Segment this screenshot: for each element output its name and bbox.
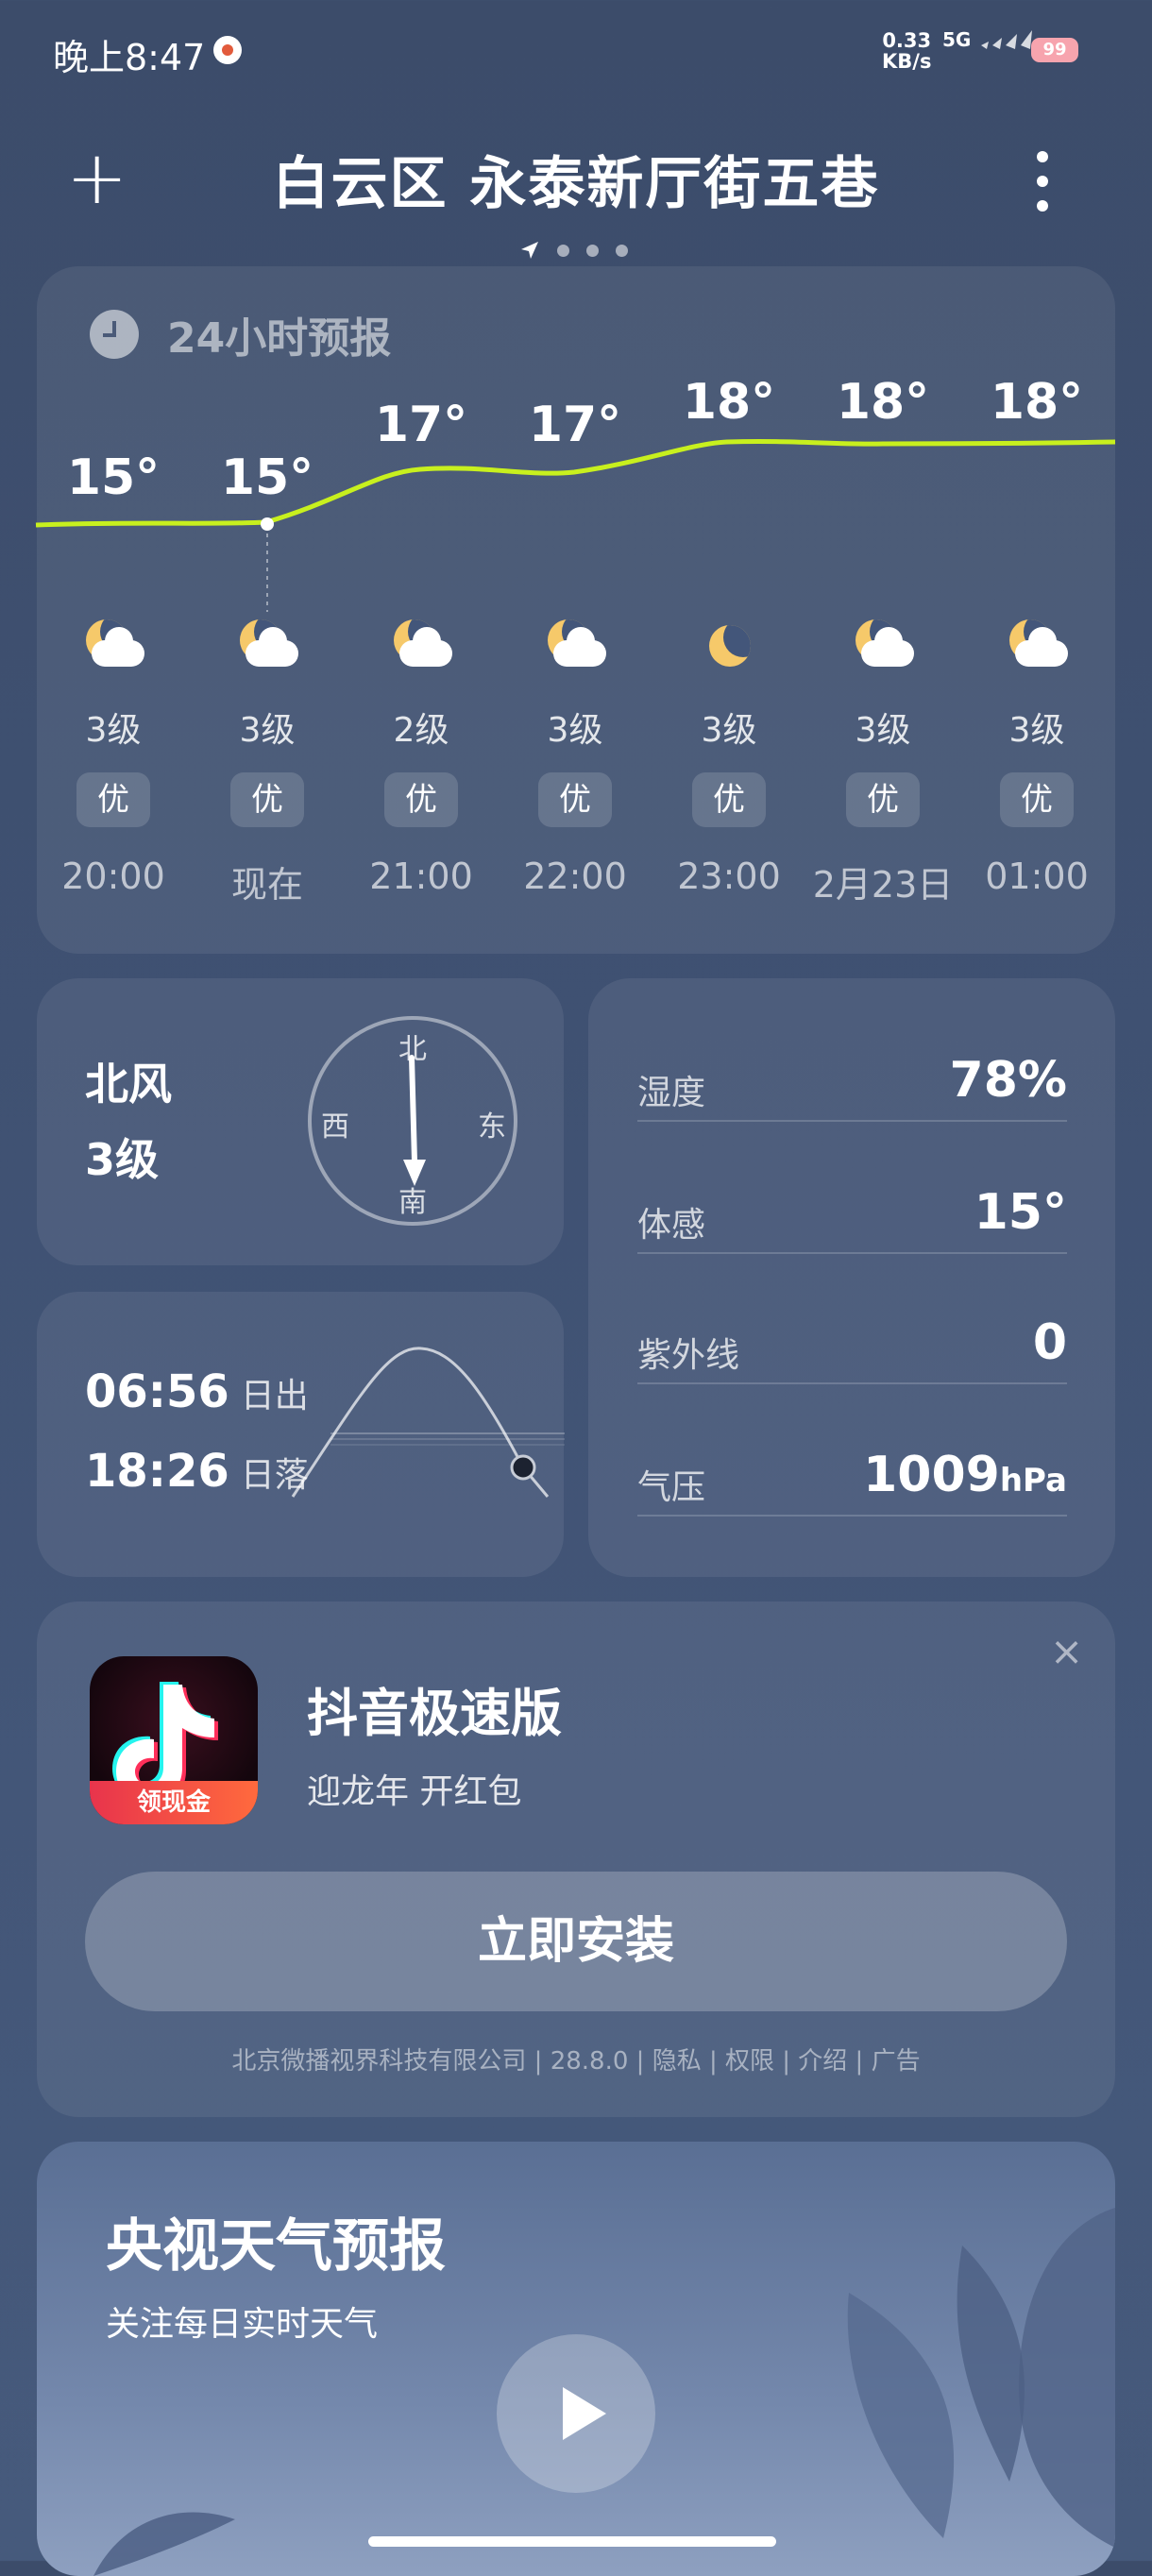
cloudy-night-icon [234,619,300,676]
aqi-badge: 优 [230,772,304,827]
hour-temp: 15° [220,449,314,506]
humidity-value: 78% [949,1052,1067,1109]
hour-details: 3级 优 22:00 [498,619,652,897]
hour-temp: 17° [374,397,468,453]
cloudy-night-icon [1004,619,1070,676]
uv-row: 紫外线 0 [637,1292,1067,1384]
hour-details: 3级 优 23:00 [652,619,806,897]
wind-info: 北风 3级 [85,1046,172,1197]
cloudy-night-icon [542,619,608,676]
feels-like-row: 体感 15° [637,1161,1067,1254]
hour-details: 3级 优 01:00 [959,619,1114,897]
sunrise-row: 06:56 日出 [85,1365,309,1418]
pressure-row: 气压 1009hPa [637,1424,1067,1517]
hour-temp: 18° [682,374,776,431]
sun-arc [291,1347,565,1498]
pressure-value: 1009hPa [863,1447,1067,1503]
hour-temp: 17° [528,397,622,453]
hour-column: 18° [959,374,1114,431]
wind-compass: 北 南 西 东 [308,1016,517,1226]
ad-subtitle: 迎龙年 开红包 [307,1772,522,1811]
hour-temp: 18° [990,374,1084,431]
wind-direction: 北风 [85,1059,172,1110]
video-subtitle: 关注每日实时天气 [106,2305,379,2344]
hour-details: 3级 优 现在 [190,619,345,907]
cloudy-night-icon [388,619,454,676]
ad-app-name: 抖音极速版 [307,1684,562,1743]
hour-column: 17° [344,397,499,453]
clear-night-icon [696,619,762,676]
hour-details: 2级 优 21:00 [344,619,499,897]
hour-column: 15° [190,449,345,506]
aqi-badge: 优 [1000,772,1074,827]
hour-column: 15° [36,449,191,506]
app-badge: 领现金 [90,1781,258,1824]
wind-level: 3级 [85,1134,160,1185]
feels-like-value: 15° [974,1184,1067,1241]
hour-temp: 18° [836,374,930,431]
aqi-badge: 优 [76,772,150,827]
hour-column: 18° [805,374,960,431]
hour-details: 3级 优 20:00 [36,619,191,897]
close-ad-icon[interactable]: × [1050,1628,1083,1674]
cloudy-night-icon [850,619,916,676]
sunset-time: 18:26 [85,1445,229,1498]
aqi-badge: 优 [692,772,766,827]
sunset-row: 18:26 日落 [85,1445,309,1498]
hour-temp: 15° [66,449,161,506]
ad-footer[interactable]: 北京微播视界科技有限公司 | 28.8.0 | 隐私 | 权限 | 介绍 | 广… [0,2042,1152,2076]
temperature-curve [35,439,1116,612]
install-button[interactable]: 立即安装 [85,1872,1067,2011]
hour-column: 18° [652,374,806,431]
aqi-badge: 优 [384,772,458,827]
aqi-badge: 优 [538,772,612,827]
play-button[interactable] [497,2334,655,2493]
hour-column: 17° [498,397,652,453]
humidity-row: 湿度 78% [637,1029,1067,1122]
hour-details: 3级 优 2月23日 [805,619,960,907]
play-icon [563,2387,606,2440]
app-icon[interactable]: 领现金 [90,1656,258,1824]
wind-arrow-icon [403,1055,426,1186]
aqi-badge: 优 [846,772,920,827]
sunrise-time: 06:56 [85,1365,229,1418]
uv-value: 0 [1032,1314,1067,1371]
video-title: 央视天气预报 [106,2213,446,2279]
cloudy-night-icon [80,619,146,676]
home-indicator[interactable] [368,2536,776,2547]
